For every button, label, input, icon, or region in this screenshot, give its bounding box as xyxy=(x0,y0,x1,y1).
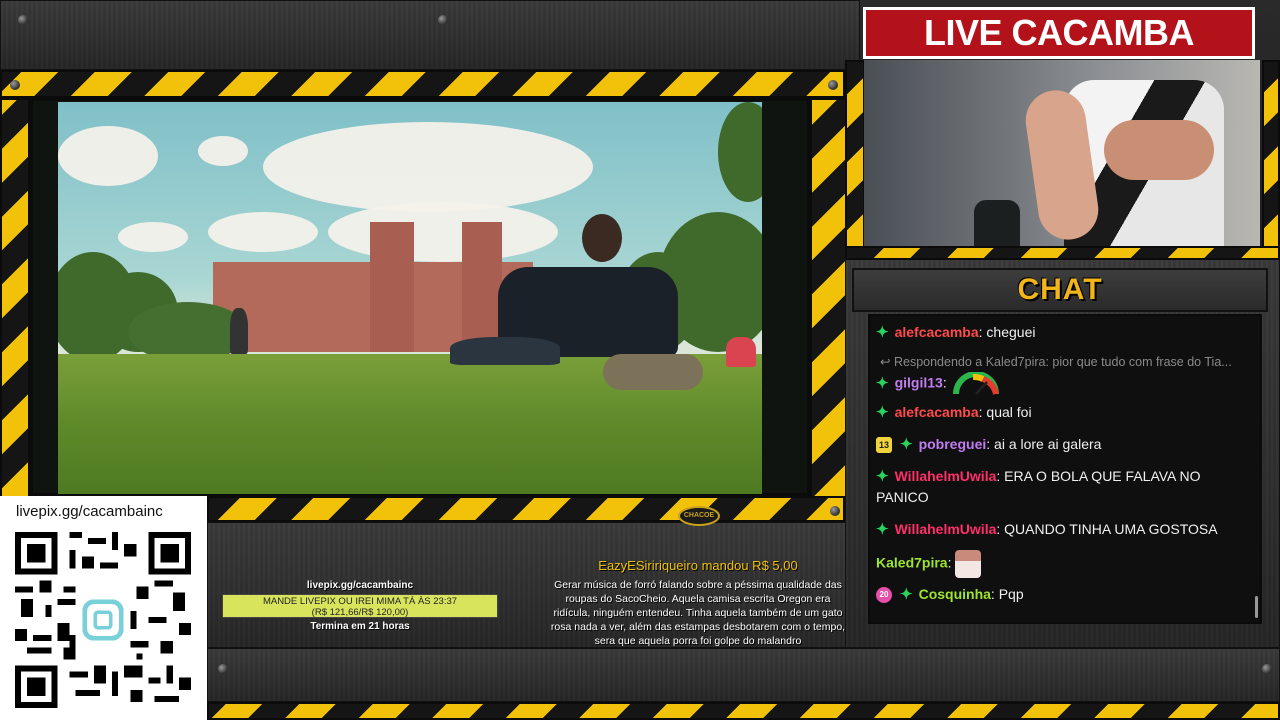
chat-reply-context: ↩ Respondendo a Kaled7pira: pior que tud… xyxy=(876,352,1250,373)
goal-text: MANDE LIVEPIX OU IREI MIMA TÁ ÀS 23:37 xyxy=(262,596,458,607)
donation-message: Gerar música de forró falando sobre a pé… xyxy=(550,579,846,646)
chat-header: CHAT xyxy=(852,268,1268,312)
chat-message: 13 ✦ pobreguei: ai a lore ai galera xyxy=(876,434,1250,455)
chat-scrollbar[interactable] xyxy=(1255,596,1258,618)
chat-username[interactable]: WillahelmUwila xyxy=(895,468,997,484)
gem-badge-icon: ✦ xyxy=(900,586,913,603)
rivet xyxy=(10,80,20,90)
chat-text: qual foi xyxy=(986,404,1032,420)
gem-badge-icon: ✦ xyxy=(876,468,889,485)
man-head xyxy=(582,214,622,262)
chat-text: cheguei xyxy=(986,324,1036,340)
gem-badge-icon: ✦ xyxy=(876,404,889,421)
cloud xyxy=(263,122,593,212)
chat-username[interactable]: WillahelmUwila xyxy=(895,521,997,537)
chat-username[interactable]: gilgil13 xyxy=(895,375,943,391)
reply-text: Respondendo a Kaled7pira: pior que tudo … xyxy=(893,355,1232,369)
cloud xyxy=(328,202,558,262)
rivet xyxy=(438,15,448,25)
hazard-stripe-right xyxy=(810,98,850,498)
video-player[interactable] xyxy=(58,102,762,494)
reply-arrow-icon: ↩ xyxy=(880,355,891,369)
cloud xyxy=(208,212,318,252)
sub-badge-icon: 20 xyxy=(876,587,892,604)
chat-message: Kaled7pira: xyxy=(876,550,1250,578)
museum-tower xyxy=(370,222,414,352)
bottom-metal-plate xyxy=(207,648,1280,702)
streamer-arm xyxy=(1104,120,1214,180)
hazard-stripe-mid xyxy=(207,496,845,522)
rivet xyxy=(830,506,840,516)
goal-deadline: Termina em 21 horas xyxy=(310,621,410,632)
rivet xyxy=(18,15,28,25)
man-legs xyxy=(450,337,560,365)
goal-progress-bar: MANDE LIVEPIX OU IREI MIMA TÁ ÀS 23:37 (… xyxy=(222,594,498,618)
chat-message: ✦ alefcacamba: qual foi xyxy=(876,404,1032,421)
anime-girl-emote-icon xyxy=(955,550,982,578)
donation-alert: EazyESiririqueiro mandou R$ 5,00 Gerar m… xyxy=(548,558,848,646)
hazard-stripe-webcam-right xyxy=(1262,60,1280,250)
gem-badge-icon: ✦ xyxy=(876,521,889,538)
goal-url: livepix.gg/cacambainc xyxy=(306,580,414,591)
chat-text: ai a lore ai galera xyxy=(994,436,1102,452)
chat-username[interactable]: pobreguei xyxy=(919,436,987,452)
chat-username[interactable]: alefcacamba xyxy=(895,324,979,340)
rivet xyxy=(1262,664,1272,674)
top-metal-plate xyxy=(0,0,860,70)
rivet xyxy=(218,664,228,674)
hazard-stripe-left xyxy=(0,98,30,498)
goal-amount: (R$ 121,66/R$ 120,00) xyxy=(311,607,409,618)
cloud xyxy=(58,126,158,186)
chat-message: 20 ✦ Cosquinha: Pqp xyxy=(876,584,1250,605)
background-person xyxy=(230,308,248,354)
cloud xyxy=(118,222,188,252)
chat-message: ✦ gilgil13: xyxy=(876,372,1250,396)
chat-username[interactable]: Kaled7pira xyxy=(876,555,948,571)
chat-text: Pqp xyxy=(998,586,1024,602)
sub-badge-icon: 13 xyxy=(876,437,892,454)
donation-title: EazyESiririqueiro mandou R$ 5,00 xyxy=(598,558,798,573)
chat-panel[interactable]: ✦ alefcacamba: cheguei ↩ Respondendo a Ka… xyxy=(868,314,1262,624)
backpack xyxy=(603,354,703,390)
qr-code-icon xyxy=(15,532,191,708)
hazard-stripe-top xyxy=(0,70,845,98)
webcam-feed xyxy=(864,60,1260,246)
museum-tower xyxy=(462,222,502,352)
chat-title: CHAT xyxy=(1017,273,1103,306)
stream-overlay: LIVE CACAMBA REACTION CHAT ✦alefcacamba:… xyxy=(0,0,1280,720)
rivet xyxy=(828,80,838,90)
livepix-url: livepix.gg/cacambainc xyxy=(16,503,163,520)
chat-message: ✦ alefcacamba: cheguei xyxy=(876,324,1036,341)
desk-lamp xyxy=(974,200,1020,246)
hazard-stripe-webcam-left xyxy=(845,60,865,250)
chat-username[interactable]: alefcacamba xyxy=(895,404,979,420)
channel-logo: CHACOE xyxy=(678,506,720,526)
stream-title: LIVE CACAMBA REACTION xyxy=(863,7,1255,99)
chat-text: QUANDO TINHA UMA GOSTOSA xyxy=(1004,521,1218,537)
hazard-stripe-webcam-bottom xyxy=(845,246,1280,260)
gauge-emote-icon xyxy=(952,372,999,395)
gem-badge-icon: ✦ xyxy=(900,436,913,453)
chat-username[interactable]: Cosquinha xyxy=(919,586,991,602)
background-person xyxy=(726,337,756,367)
gem-badge-icon: ✦ xyxy=(876,324,889,341)
chat-message: ✦ WillahelmUwila: QUANDO TINHA UMA GOSTOS… xyxy=(876,521,1218,538)
gem-badge-icon: ✦ xyxy=(876,374,889,392)
hazard-stripe-bottom xyxy=(207,702,1280,720)
chat-message: ✦ WillahelmUwila: ERA O BOLA QUE FALAVA N… xyxy=(876,468,1201,505)
cloud xyxy=(198,136,248,166)
livepix-qr-panel: livepix.gg/cacambainc xyxy=(0,496,207,720)
livepix-goal: livepix.gg/cacambainc MANDE LIVEPIX OU I… xyxy=(222,580,498,632)
